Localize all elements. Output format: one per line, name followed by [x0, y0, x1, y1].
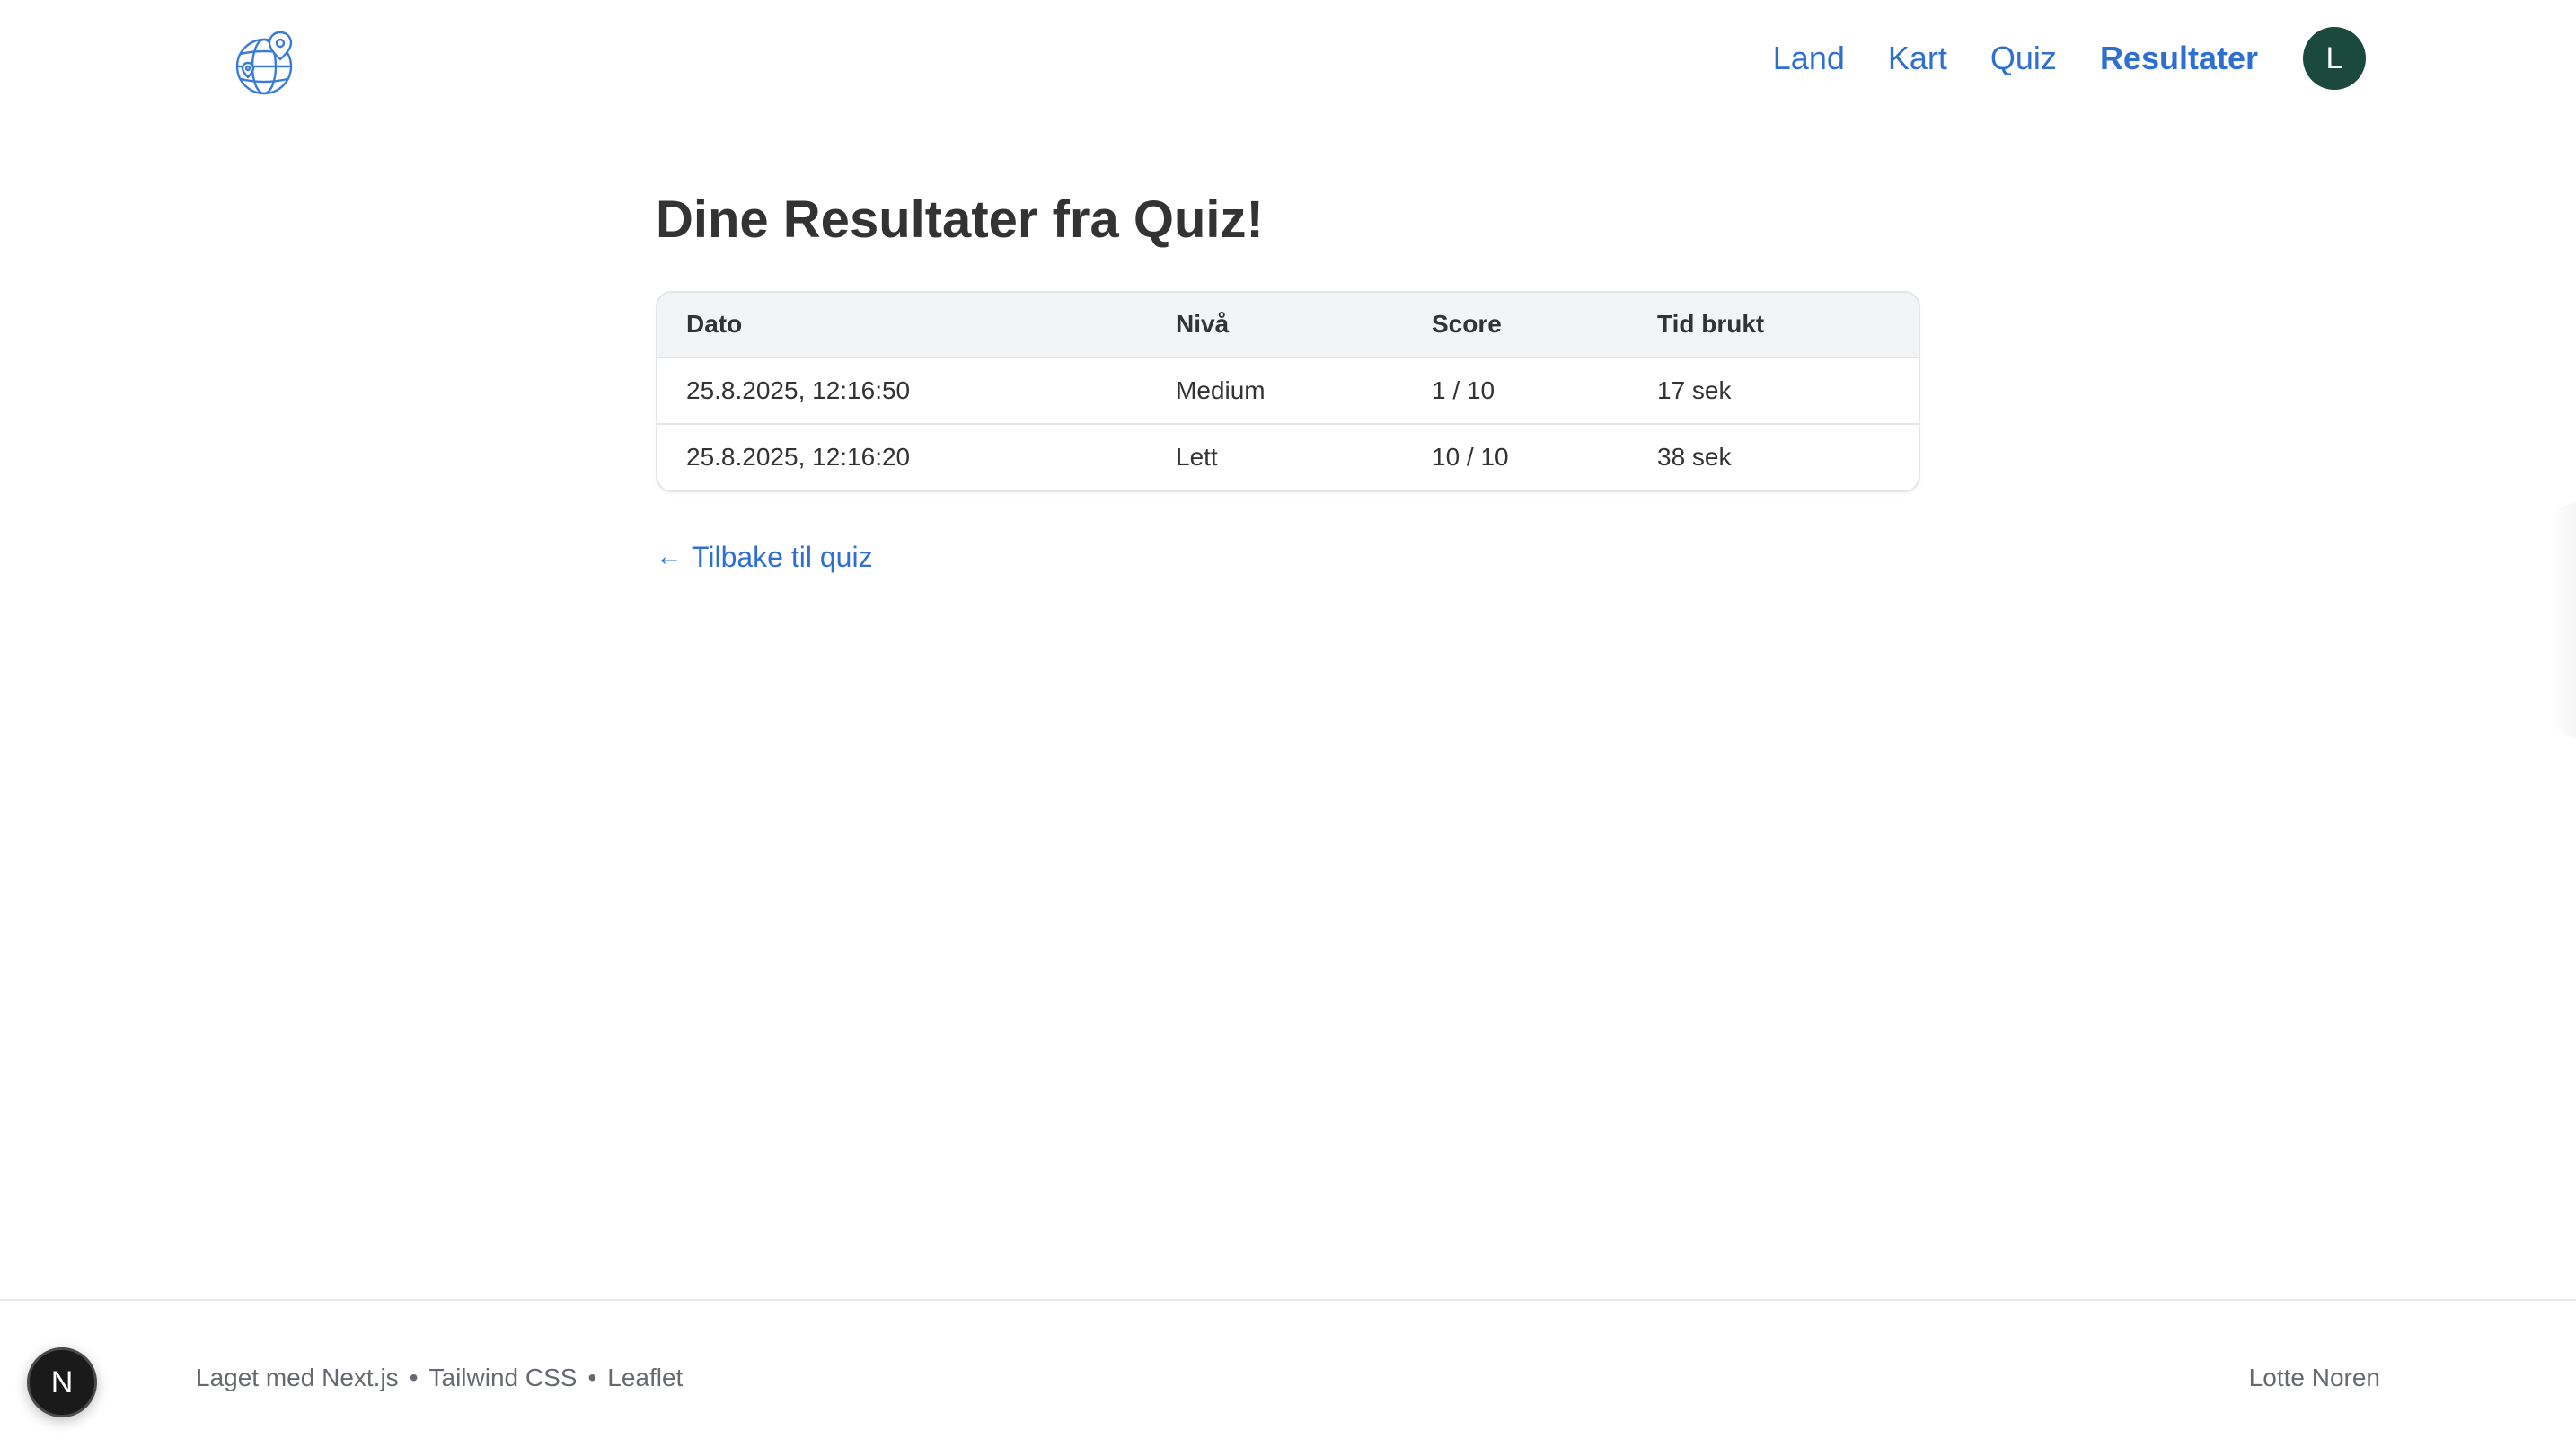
column-header-score: Score — [1432, 310, 1502, 339]
footer-separator: • — [409, 1364, 419, 1391]
back-to-quiz-link[interactable]: ← Tilbake til quiz — [656, 541, 873, 574]
nav-kart-link[interactable]: Kart — [1888, 42, 1947, 75]
main-nav: Land Kart Quiz Resultater L — [1730, 27, 2366, 90]
nav-land-link[interactable]: Land — [1773, 42, 1845, 75]
page: Land Kart Quiz Resultater L Dine Resulta… — [0, 0, 2576, 1448]
nextjs-dev-badge[interactable]: N — [27, 1347, 97, 1417]
globe-pin-icon[interactable] — [234, 27, 302, 99]
footer-tech-tailwind: Tailwind CSS — [428, 1364, 578, 1391]
nextjs-badge-letter: N — [50, 1364, 74, 1399]
footer-credits: Laget med Next.js • Tailwind CSS • Leaflet — [196, 1364, 683, 1392]
cell-dato: 25.8.2025, 12:16:50 — [657, 356, 1147, 424]
footer-tech-nextjs: Next.js — [322, 1364, 399, 1391]
table-header-row: Dato Nivå Score Tid brukt — [657, 292, 1919, 358]
cell-score: 10 / 10 — [1403, 422, 1628, 490]
nav-quiz-link[interactable]: Quiz — [1990, 42, 2057, 75]
nav-resultater-link[interactable]: Resultater — [2100, 42, 2258, 75]
edge-shadow-decoration — [2549, 503, 2576, 737]
main-content: Dine Resultater fra Quiz! Dato Nivå Scor… — [656, 189, 1920, 574]
column-header-niva: Nivå — [1176, 310, 1230, 339]
cell-tid-brukt: 17 sek — [1628, 356, 1919, 424]
back-link-label: Tilbake til quiz — [692, 540, 873, 573]
footer-separator: • — [587, 1364, 597, 1391]
cell-tid-brukt: 38 sek — [1628, 422, 1919, 490]
footer-tech-leaflet: Leaflet — [607, 1364, 684, 1391]
table-row: 25.8.2025, 12:16:20 Lett 10 / 10 38 sek — [657, 422, 1919, 490]
site-header: Land Kart Quiz Resultater L — [0, 0, 2576, 135]
cell-niva: Lett — [1147, 422, 1403, 490]
cell-niva: Medium — [1147, 356, 1403, 424]
avatar-initial: L — [2325, 40, 2343, 75]
footer-prefix: Laget med — [196, 1364, 315, 1391]
column-header-tid-brukt: Tid brukt — [1657, 310, 1765, 339]
page-title: Dine Resultater fra Quiz! — [656, 190, 1264, 249]
column-header-dato: Dato — [686, 310, 743, 339]
cell-dato: 25.8.2025, 12:16:20 — [657, 422, 1147, 490]
results-table-container: Dato Nivå Score Tid brukt 25.8.2025, 12:… — [656, 290, 1920, 492]
results-table: Dato Nivå Score Tid brukt 25.8.2025, 12:… — [657, 292, 1919, 490]
footer-author: Lotte Noren — [2248, 1364, 2380, 1391]
site-footer: Laget med Next.js • Tailwind CSS • Leaflet L… — [0, 1299, 2576, 1448]
cell-score: 1 / 10 — [1403, 356, 1628, 424]
user-avatar[interactable]: L — [2303, 27, 2366, 90]
arrow-left-icon: ← — [656, 542, 683, 572]
table-row: 25.8.2025, 12:16:50 Medium 1 / 10 17 sek — [657, 356, 1919, 424]
